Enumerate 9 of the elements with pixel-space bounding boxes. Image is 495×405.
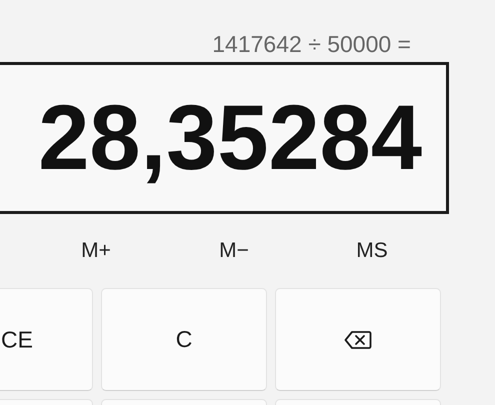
memory-button[interactable]: MS xyxy=(350,237,394,265)
backspace-icon xyxy=(344,330,372,350)
clear-button[interactable]: C xyxy=(101,288,267,391)
memory-button[interactable]: M− xyxy=(213,237,255,265)
backspace-button[interactable] xyxy=(275,288,441,391)
result-display: 28,35284 xyxy=(0,62,449,214)
expression-text: 1417642 ÷ 50000 = xyxy=(211,30,411,58)
clear-entry-button[interactable]: CE xyxy=(0,288,93,391)
memory-button[interactable]: M+ xyxy=(75,237,117,265)
